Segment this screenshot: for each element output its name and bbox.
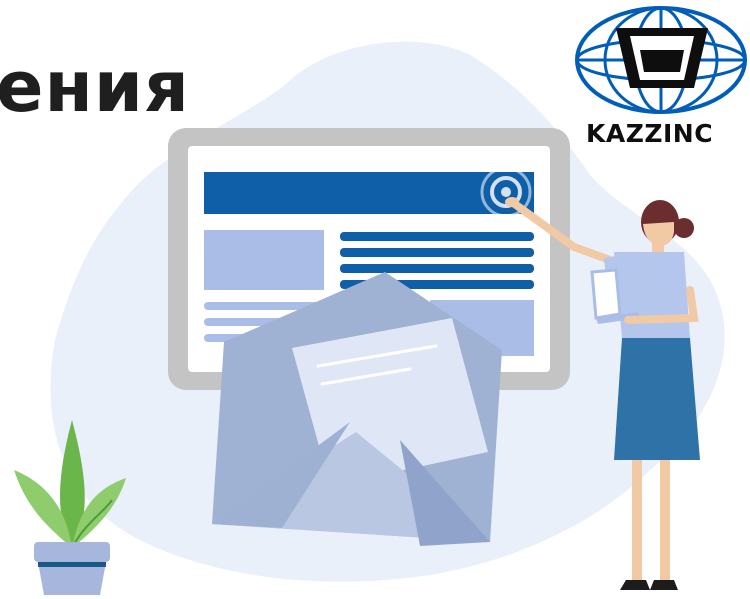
globe-mining-cart-icon <box>575 6 747 114</box>
illustration-scene: ения KAZZINC <box>0 0 750 595</box>
kazzinc-logo-text: KAZZINC <box>586 119 714 148</box>
page-headline: ения <box>0 46 190 128</box>
